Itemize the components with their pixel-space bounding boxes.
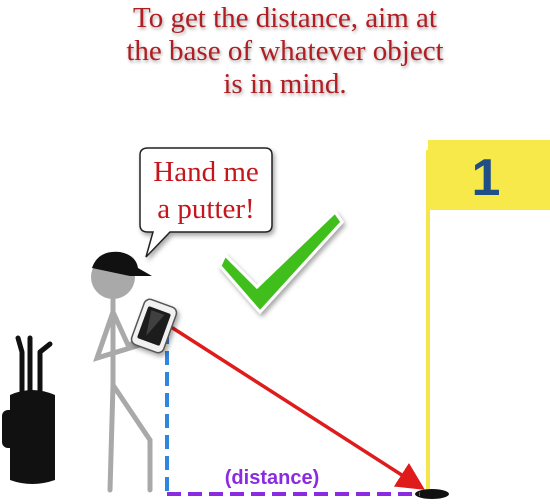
distance-label: (distance) [225,467,319,489]
aim-line [167,323,425,490]
stick-figure [91,255,153,493]
figure-leg-left [107,382,116,493]
figure-leg-right [110,382,153,493]
flag-number: 1 [472,149,501,207]
speech-bubble-line-1: Hand me [153,156,259,188]
golf-distance-diagram: 1 Hand me a putter! (distance) [2,140,550,499]
phone-icon [130,298,178,354]
golf-bag-icon [2,335,55,484]
speech-bubble-line-2: a putter! [157,193,254,225]
golf-flag: 1 [426,140,550,492]
golf-hole [415,489,449,499]
